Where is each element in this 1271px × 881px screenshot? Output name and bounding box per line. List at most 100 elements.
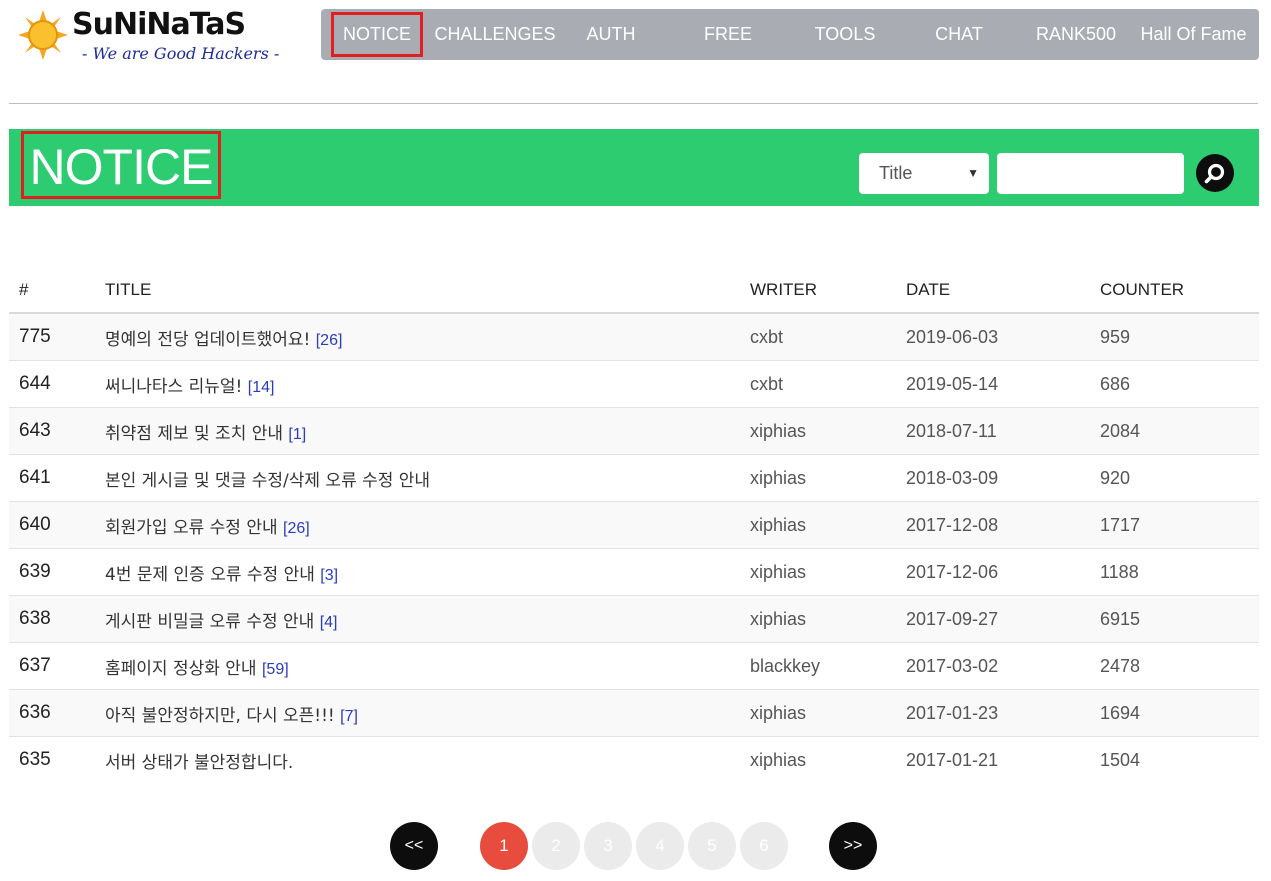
- table-row[interactable]: 641 본인 게시글 및 댓글 수정/삭제 오류 수정 안내 xiphias 2…: [9, 454, 1259, 502]
- post-title-link[interactable]: 명예의 전당 업데이트했어요! [26]: [95, 312, 740, 361]
- post-title[interactable]: 홈페이지 정상화 안내: [105, 659, 257, 679]
- post-date: 2017-12-08: [896, 501, 1090, 549]
- main-nav: NOTICE CHALLENGES AUTH FREE TOOLS CHAT R…: [321, 9, 1259, 60]
- header-divider: [9, 103, 1258, 104]
- site-logo[interactable]: SuNiNaTaS - We are Good Hackers -: [18, 7, 279, 70]
- page-title: NOTICE: [21, 131, 221, 199]
- post-view-count: 1504: [1090, 736, 1259, 783]
- sun-logo-icon: [18, 10, 68, 60]
- post-title[interactable]: 서버 상태가 불안정합니다.: [105, 753, 293, 773]
- post-date: 2019-06-03: [896, 312, 1090, 361]
- post-writer: xiphias: [740, 454, 896, 502]
- comment-count: [14]: [247, 378, 275, 396]
- table-row[interactable]: 644 써니나타스 리뉴얼! [14] cxbt 2019-05-14 686: [9, 360, 1259, 408]
- nav-item-chat[interactable]: CHAT: [924, 9, 994, 60]
- page-1-button[interactable]: 1: [480, 822, 528, 870]
- table-row[interactable]: 637 홈페이지 정상화 안내 [59] blackkey 2017-03-02…: [9, 642, 1259, 690]
- post-title[interactable]: 취약점 제보 및 조치 안내: [105, 424, 283, 444]
- post-title-link[interactable]: 써니나타스 리뉴얼! [14]: [95, 360, 740, 408]
- post-title-link[interactable]: 홈페이지 정상화 안내 [59]: [95, 642, 740, 690]
- table-row[interactable]: 639 4번 문제 인증 오류 수정 안내 [3] xiphias 2017-1…: [9, 548, 1259, 596]
- post-date: 2017-01-21: [896, 736, 1090, 783]
- nav-item-free[interactable]: FREE: [693, 9, 763, 60]
- post-title-link[interactable]: 본인 게시글 및 댓글 수정/삭제 오류 수정 안내: [95, 454, 740, 502]
- post-title[interactable]: 본인 게시글 및 댓글 수정/삭제 오류 수정 안내: [105, 471, 430, 491]
- post-number: 641: [9, 454, 95, 502]
- comment-count: [26]: [315, 331, 343, 349]
- table-header-row: # TITLE WRITER DATE COUNTER: [9, 268, 1259, 314]
- nav-item-auth[interactable]: AUTH: [576, 9, 646, 60]
- post-title-link[interactable]: 게시판 비밀글 오류 수정 안내 [4]: [95, 595, 740, 643]
- page-6-button[interactable]: 6: [740, 822, 788, 870]
- post-title-link[interactable]: 서버 상태가 불안정합니다.: [95, 736, 740, 783]
- post-writer: xiphias: [740, 736, 896, 783]
- prev-page-button[interactable]: <<: [390, 822, 438, 870]
- post-view-count: 959: [1090, 312, 1259, 361]
- table-row[interactable]: 635 서버 상태가 불안정합니다. xiphias 2017-01-21 15…: [9, 736, 1259, 783]
- table-row[interactable]: 638 게시판 비밀글 오류 수정 안내 [4] xiphias 2017-09…: [9, 595, 1259, 643]
- post-view-count: 686: [1090, 360, 1259, 408]
- post-title[interactable]: 아직 불안정하지만, 다시 오픈!!!: [105, 706, 335, 726]
- post-writer: xiphias: [740, 501, 896, 549]
- post-date: 2017-03-02: [896, 642, 1090, 690]
- post-date: 2018-03-09: [896, 454, 1090, 502]
- table-row[interactable]: 636 아직 불안정하지만, 다시 오픈!!! [7] xiphias 2017…: [9, 689, 1259, 737]
- comment-count: [1]: [288, 425, 307, 443]
- post-title-link[interactable]: 아직 불안정하지만, 다시 오픈!!! [7]: [95, 689, 740, 737]
- post-title[interactable]: 명예의 전당 업데이트했어요!: [105, 330, 310, 350]
- post-view-count: 1188: [1090, 548, 1259, 596]
- page-5-button[interactable]: 5: [688, 822, 736, 870]
- page-banner: NOTICE Title ▼: [9, 129, 1259, 206]
- post-number: 638: [9, 595, 95, 643]
- post-date: 2017-09-27: [896, 595, 1090, 643]
- post-number: 639: [9, 548, 95, 596]
- comment-count: [26]: [283, 519, 310, 537]
- pagination: << 1 2 3 4 5 6 >>: [0, 822, 1271, 870]
- post-view-count: 1717: [1090, 501, 1259, 549]
- post-view-count: 1694: [1090, 689, 1259, 737]
- table-row[interactable]: 640 회원가입 오류 수정 안내 [26] xiphias 2017-12-0…: [9, 501, 1259, 549]
- search-icon: [1204, 163, 1225, 184]
- comment-count: [59]: [261, 660, 289, 678]
- post-title[interactable]: 4번 문제 인증 오류 수정 안내: [105, 565, 315, 585]
- search-input[interactable]: [997, 153, 1184, 194]
- page-2-button[interactable]: 2: [532, 822, 580, 870]
- post-view-count: 2084: [1090, 407, 1259, 455]
- post-writer: xiphias: [740, 407, 896, 455]
- post-date: 2017-01-23: [896, 689, 1090, 737]
- nav-item-challenges[interactable]: CHALLENGES: [434, 9, 556, 60]
- post-date: 2018-07-11: [896, 407, 1090, 455]
- search-button[interactable]: [1196, 154, 1234, 192]
- nav-item-hall-of-fame[interactable]: Hall Of Fame: [1136, 9, 1251, 60]
- table-row[interactable]: 643 취약점 제보 및 조치 안내 [1] xiphias 2018-07-1…: [9, 407, 1259, 455]
- table-row[interactable]: 775 명예의 전당 업데이트했어요! [26] cxbt 2019-06-03…: [9, 312, 1259, 361]
- nav-item-notice[interactable]: NOTICE: [331, 12, 423, 57]
- comment-count: [3]: [320, 566, 339, 584]
- comment-count: [7]: [340, 707, 358, 725]
- search-field-select[interactable]: Title ▼: [859, 153, 989, 194]
- post-title-link[interactable]: 취약점 제보 및 조치 안내 [1]: [95, 407, 740, 455]
- post-writer: cxbt: [740, 360, 896, 408]
- next-page-button[interactable]: >>: [829, 822, 877, 870]
- post-title[interactable]: 회원가입 오류 수정 안내: [105, 518, 278, 538]
- post-title[interactable]: 게시판 비밀글 오류 수정 안내: [105, 612, 314, 632]
- page-4-button[interactable]: 4: [636, 822, 684, 870]
- chevron-down-icon: ▼: [967, 166, 979, 180]
- column-header-counter: COUNTER: [1090, 268, 1259, 314]
- post-date: 2019-05-14: [896, 360, 1090, 408]
- brand-name: SuNiNaTaS: [72, 7, 246, 42]
- post-number: 636: [9, 689, 95, 737]
- post-number: 635: [9, 736, 95, 783]
- nav-item-rank500[interactable]: RANK500: [1031, 9, 1121, 60]
- search-field-selected-option: Title: [879, 163, 913, 183]
- notice-table: # TITLE WRITER DATE COUNTER 775 명예의 전당 업…: [9, 268, 1259, 783]
- nav-item-tools[interactable]: TOOLS: [805, 9, 885, 60]
- post-number: 644: [9, 360, 95, 408]
- page-3-button[interactable]: 3: [584, 822, 632, 870]
- post-title-link[interactable]: 4번 문제 인증 오류 수정 안내 [3]: [95, 548, 740, 596]
- post-date: 2017-12-06: [896, 548, 1090, 596]
- post-writer: xiphias: [740, 689, 896, 737]
- post-number: 775: [9, 312, 95, 361]
- post-title[interactable]: 써니나타스 리뉴얼!: [105, 377, 242, 397]
- post-title-link[interactable]: 회원가입 오류 수정 안내 [26]: [95, 501, 740, 549]
